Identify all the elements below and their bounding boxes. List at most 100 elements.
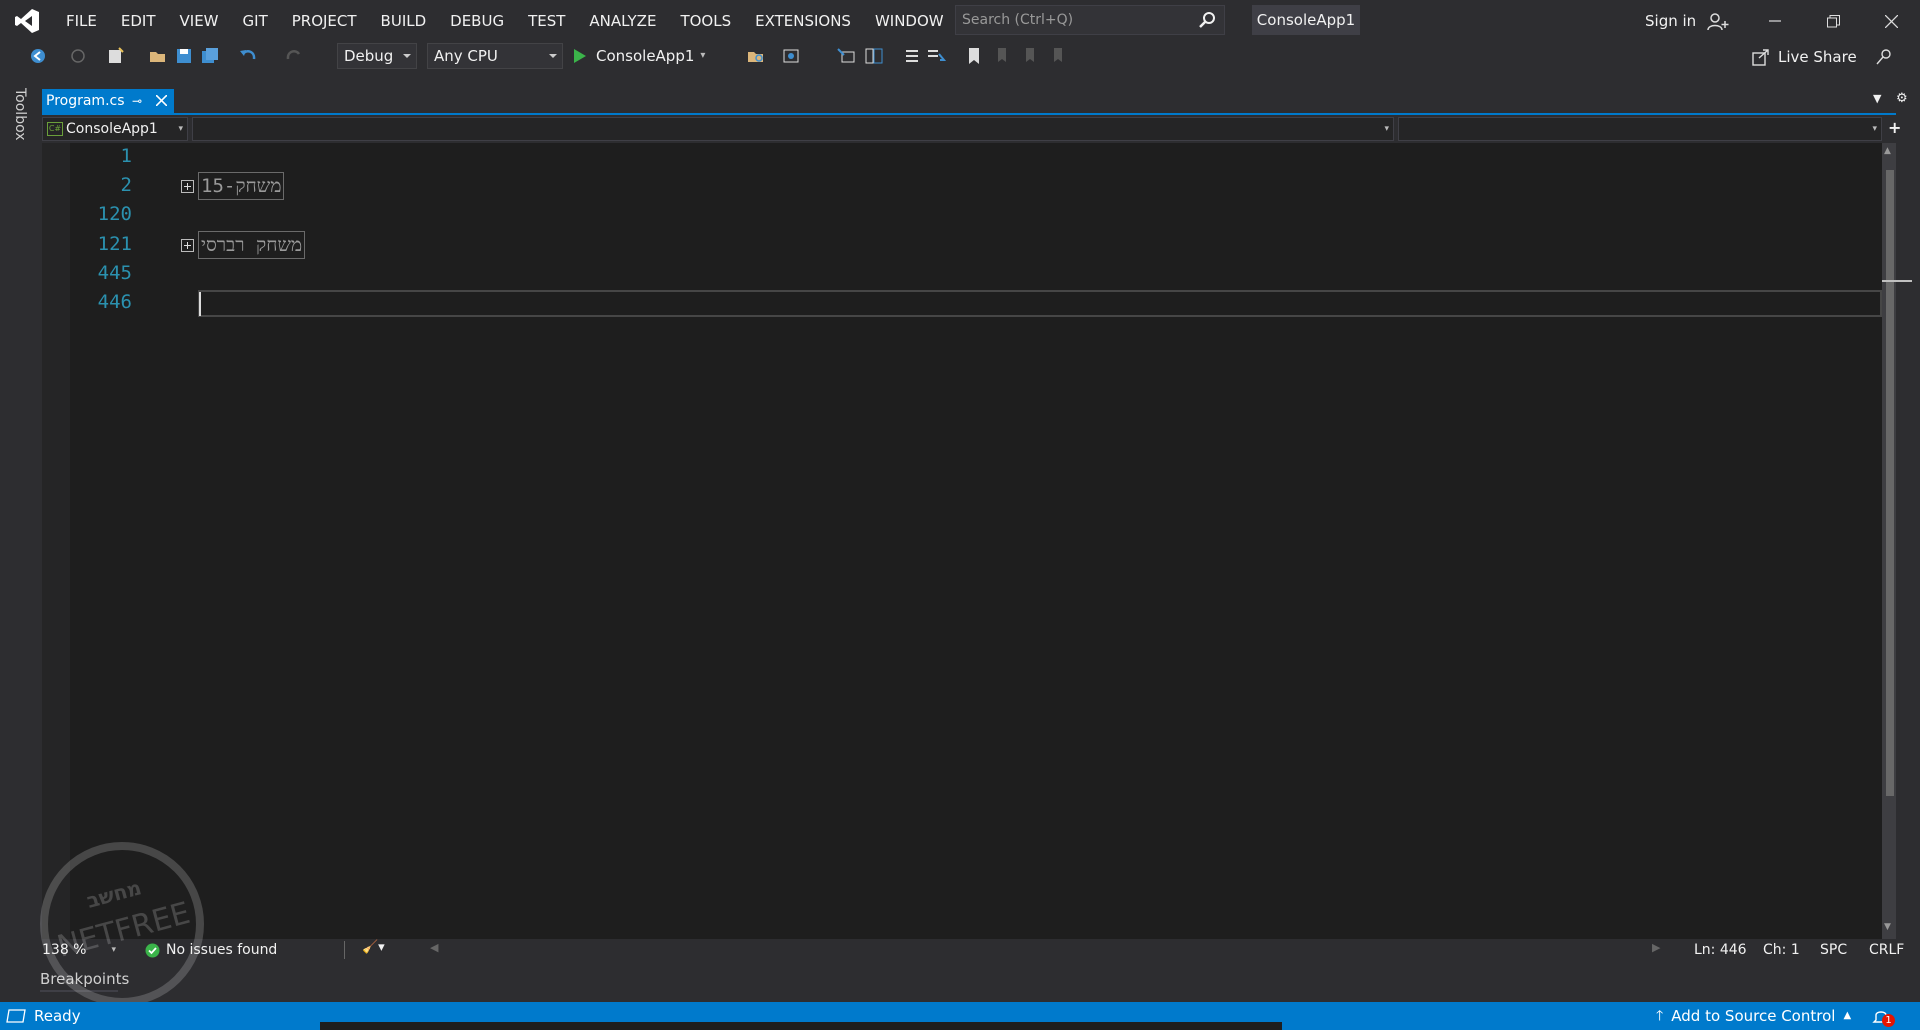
start-target-label: ConsoleApp1 xyxy=(596,47,695,65)
menu-file[interactable]: FILE xyxy=(54,0,109,42)
menu-git[interactable]: GIT xyxy=(231,0,280,42)
column-indicator[interactable]: Ch: 1 xyxy=(1763,939,1800,961)
start-dropdown-icon[interactable]: ▾ xyxy=(700,43,705,69)
line-number: 1 xyxy=(120,145,132,167)
browse-folder-icon[interactable] xyxy=(746,46,766,66)
start-debugging-button[interactable]: ConsoleApp1 ▾ xyxy=(573,43,705,69)
live-share-button[interactable]: Live Share xyxy=(1752,43,1857,71)
project-dropdown-value: ConsoleApp1 xyxy=(66,121,158,137)
live-share-icon xyxy=(1752,49,1769,66)
line-number: 2 xyxy=(120,174,132,196)
status-divider xyxy=(344,941,345,959)
solution-platform-dropdown[interactable]: Any CPU xyxy=(427,43,563,69)
previous-bookmark-icon[interactable] xyxy=(992,46,1012,66)
scroll-down-icon[interactable]: ▼ xyxy=(1884,922,1891,932)
menu-edit[interactable]: EDIT xyxy=(109,0,168,42)
next-bookmark-icon[interactable] xyxy=(1020,46,1040,66)
code-editor[interactable] xyxy=(42,143,1882,939)
step-into-icon[interactable] xyxy=(836,46,856,66)
add-user-icon xyxy=(1707,12,1729,30)
layout-icon[interactable] xyxy=(864,46,884,66)
line-number: 120 xyxy=(97,203,132,225)
navigate-forward-icon[interactable] xyxy=(68,46,88,66)
browser-link-icon[interactable] xyxy=(782,46,802,66)
line-ending-indicator[interactable]: CRLF xyxy=(1869,939,1904,961)
solution-configuration-dropdown[interactable]: Debug xyxy=(337,43,417,69)
save-all-icon[interactable] xyxy=(200,46,220,66)
menu-test[interactable]: TEST xyxy=(516,0,577,42)
add-to-source-control-button[interactable]: 🡑 Add to Source Control ▲ xyxy=(1656,1002,1851,1030)
search-icon xyxy=(1199,12,1215,28)
close-tab-icon[interactable] xyxy=(156,95,167,106)
tab-program-cs[interactable]: Program.cs ⊸ xyxy=(42,89,174,113)
expand-region-icon[interactable] xyxy=(181,239,194,252)
indicator-margin xyxy=(42,143,70,939)
solution-name-badge: ConsoleApp1 xyxy=(1252,5,1360,35)
watermark-mid-text: NETFREE xyxy=(54,896,194,965)
restore-button[interactable] xyxy=(1806,0,1860,42)
toolbox-tab[interactable]: Toolbox xyxy=(12,88,28,141)
minimize-button[interactable] xyxy=(1748,0,1802,42)
line-number: 446 xyxy=(97,291,132,313)
dropdown-arrow-icon xyxy=(549,54,557,58)
search-box[interactable]: Search (Ctrl+Q) xyxy=(955,5,1225,35)
menu-view[interactable]: VIEW xyxy=(168,0,231,42)
clear-bookmarks-icon[interactable] xyxy=(1048,46,1068,66)
navigate-back-icon[interactable] xyxy=(28,46,48,66)
editor-status-row xyxy=(42,939,1896,961)
tab-settings-gear-icon[interactable]: ⚙ xyxy=(1896,91,1908,106)
menu-analyze[interactable]: ANALYZE xyxy=(577,0,668,42)
bookmark-icon[interactable] xyxy=(964,46,984,66)
tab-title: Program.cs xyxy=(46,93,125,109)
line-number: 445 xyxy=(97,262,132,284)
notifications-button[interactable]: 1 xyxy=(1872,1006,1896,1028)
comment-icon[interactable] xyxy=(926,46,946,66)
menu-project[interactable]: PROJECT xyxy=(280,0,369,42)
open-file-icon[interactable] xyxy=(148,46,168,66)
menu-build[interactable]: BUILD xyxy=(369,0,439,42)
scroll-left-icon[interactable]: ◀ xyxy=(430,941,438,954)
play-icon xyxy=(574,49,586,63)
menu-tools[interactable]: TOOLS xyxy=(668,0,743,42)
members-dropdown[interactable]: ▾ xyxy=(1398,117,1882,141)
visual-studio-logo-icon[interactable] xyxy=(14,8,40,34)
collapsed-region[interactable]: משחק רברסי xyxy=(198,231,306,259)
pin-icon[interactable]: ⊸ xyxy=(132,89,142,113)
up-arrow-icon: 🡑 xyxy=(1656,1008,1664,1024)
code-cleanup-icon[interactable]: 🧹▾ xyxy=(362,940,385,955)
menu-debug[interactable]: DEBUG xyxy=(438,0,516,42)
menu-extensions[interactable]: EXTENSIONS xyxy=(743,0,863,42)
scrollbar-thumb[interactable] xyxy=(1886,170,1894,796)
live-share-label: Live Share xyxy=(1778,48,1857,66)
text-caret xyxy=(199,292,201,316)
split-editor-icon[interactable]: + xyxy=(1888,118,1901,137)
outdent-icon[interactable] xyxy=(900,46,920,66)
menu-window[interactable]: WINDOW xyxy=(863,0,956,42)
sign-in-link[interactable]: Sign in xyxy=(1645,0,1729,42)
watermark-top-text: מחשב xyxy=(84,875,144,913)
collapsed-region[interactable]: משחק-15 xyxy=(198,172,285,200)
project-dropdown[interactable]: C# ConsoleApp1 ▾ xyxy=(42,117,188,141)
output-window-icon[interactable] xyxy=(6,1009,26,1023)
close-window-button[interactable] xyxy=(1864,0,1918,42)
status-ready-text: Ready xyxy=(34,1007,81,1025)
feedback-icon[interactable] xyxy=(1874,47,1894,67)
save-icon[interactable] xyxy=(174,46,194,66)
close-icon xyxy=(1884,14,1898,28)
whitespace-indicator[interactable]: SPC xyxy=(1820,939,1847,961)
line-indicator[interactable]: Ln: 446 xyxy=(1694,939,1747,961)
platform-value: Any CPU xyxy=(434,47,498,65)
scroll-up-icon[interactable]: ▲ xyxy=(1884,146,1891,156)
csharp-project-icon: C# xyxy=(47,122,63,136)
types-dropdown[interactable]: ▾ xyxy=(192,117,1394,141)
redo-icon[interactable] xyxy=(284,46,304,66)
current-line-highlight xyxy=(198,290,1882,317)
scroll-right-icon[interactable]: ▶ xyxy=(1652,941,1660,954)
undo-icon[interactable] xyxy=(238,46,258,66)
restore-icon xyxy=(1826,14,1840,27)
tab-list-dropdown-icon[interactable]: ▼ xyxy=(1873,92,1881,105)
new-project-icon[interactable] xyxy=(106,46,126,66)
dropdown-arrow-icon: ▾ xyxy=(178,124,183,134)
netfree-watermark-icon: מחשב NETFREE xyxy=(40,842,204,1006)
expand-region-icon[interactable] xyxy=(181,180,194,193)
